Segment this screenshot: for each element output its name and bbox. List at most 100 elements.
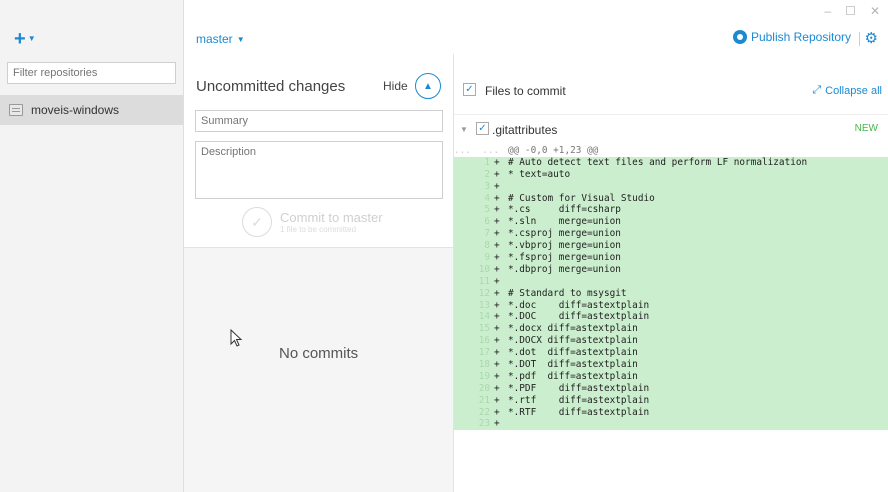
line-number: 5: [484, 204, 490, 216]
added-marker: +: [494, 418, 500, 430]
status-badge: NEW: [854, 123, 878, 134]
commit-text: Commit to master 1 file to be committed: [280, 210, 383, 234]
line-text: *.DOC diff=astextplain: [508, 311, 650, 323]
repository-icon: [9, 104, 23, 116]
description-input[interactable]: [195, 141, 443, 199]
diff-line: 7 + *.csproj merge=union: [454, 228, 888, 241]
minimize-icon[interactable]: –: [824, 4, 831, 18]
added-marker: +: [494, 180, 500, 192]
files-to-commit-header: ✓ Files to commit ⤢ Collapse all: [454, 78, 888, 100]
collapse-all-label: Collapse all: [825, 84, 882, 97]
commit-sublabel: 1 file to be committed: [280, 225, 357, 234]
diff-line: 18 + *.DOT diff=astextplain: [454, 359, 888, 371]
diff-panel: ✓ Files to commit ⤢ Collapse all ▼ ✓ .gi…: [454, 54, 888, 492]
diff-line: 1 + # Auto detect text files and perform L…: [454, 156, 888, 169]
line-number: 19: [478, 370, 490, 382]
added-marker: +: [494, 323, 500, 335]
file-checkbox[interactable]: ✓: [476, 122, 489, 135]
added-marker: +: [494, 382, 500, 394]
line-number: 21: [478, 394, 490, 406]
line-number: 22: [478, 406, 490, 418]
line-number: 17: [478, 347, 490, 359]
hunk-line-numbers: ... ...: [454, 145, 500, 156]
line-number: 15: [478, 323, 490, 335]
commit-label: Commit to master: [280, 210, 383, 225]
line-text: *.pdf diff=astextplain: [508, 370, 638, 382]
line-text: # Custom for Visual Studio: [508, 192, 655, 204]
file-name: .gitattributes: [492, 123, 558, 137]
hunk-text: @@ -0,0 +1,23 @@: [508, 145, 599, 156]
chevron-down-icon: ▼: [27, 34, 36, 43]
line-number: 18: [478, 359, 490, 371]
line-text: *.dot diff=astextplain: [508, 347, 638, 359]
diff-line: 13 + *.doc diff=astextplain: [454, 299, 888, 312]
diff-line: 12 + # Standard to msysgit: [454, 287, 888, 300]
line-text: *.PDF diff=astextplain: [508, 382, 650, 394]
line-number: 1: [484, 156, 490, 168]
chevron-down-icon[interactable]: ▼: [460, 125, 468, 134]
chevron-down-icon: ▼: [236, 34, 245, 44]
added-marker: +: [494, 406, 500, 418]
added-marker: +: [494, 299, 500, 311]
added-marker: +: [494, 216, 500, 228]
line-number: 13: [478, 299, 490, 311]
files-to-commit-title: Files to commit: [485, 84, 566, 98]
added-marker: +: [494, 287, 500, 299]
uncommitted-changes-title: Uncommitted changes: [196, 78, 346, 95]
hide-label[interactable]: Hide: [383, 79, 408, 93]
added-marker: +: [494, 168, 500, 180]
filter-repositories-input[interactable]: [7, 62, 176, 84]
sidebar-item-repository[interactable]: moveis-windows: [0, 95, 183, 125]
diff-line: 9 + *.fsproj merge=union: [454, 252, 888, 264]
sidebar: +▼ moveis-windows: [0, 0, 184, 492]
add-repository-button[interactable]: + ▼: [14, 29, 36, 49]
commit-button[interactable]: ✓ Commit to master 1 file to be committe…: [242, 207, 383, 237]
line-text: *.csproj merge=union: [508, 228, 621, 240]
added-marker: +: [494, 156, 500, 168]
line-text: * text=auto: [508, 168, 571, 180]
collapse-all-button[interactable]: ⤢ Collapse all: [812, 84, 882, 97]
added-marker: +: [494, 204, 500, 216]
repository-label: moveis-windows: [31, 103, 120, 117]
added-marker: +: [494, 252, 500, 264]
diff-line: 2 + * text=auto: [454, 168, 888, 181]
added-marker: +: [494, 347, 500, 359]
line-text: *.docx diff=astextplain: [508, 323, 638, 335]
line-number: 2: [484, 168, 490, 180]
maximize-icon[interactable]: ☐: [845, 4, 856, 18]
diff-line: 15 + *.docx diff=astextplain: [454, 323, 888, 336]
close-icon[interactable]: ✕: [870, 4, 880, 18]
line-number: 20: [478, 382, 490, 394]
line-number: 10: [478, 263, 490, 275]
added-marker: +: [494, 394, 500, 406]
added-marker: +: [494, 359, 500, 371]
summary-input[interactable]: [195, 110, 443, 132]
no-commits-text: No commits: [279, 345, 359, 362]
select-all-checkbox[interactable]: ✓: [463, 83, 476, 96]
line-number: 6: [484, 216, 490, 228]
added-marker: +: [494, 240, 500, 252]
diff-line: 22 + *.RTF diff=astextplain: [454, 406, 888, 419]
line-number: 7: [484, 228, 490, 240]
diff-line: 10 + *.dbproj merge=union: [454, 263, 888, 276]
hunk-header: ... ... @@ -0,0 +1,23 @@: [454, 145, 888, 157]
diff-line: 8 + *.vbproj merge=union: [454, 240, 888, 253]
hide-button[interactable]: ▲: [415, 73, 441, 99]
checkmark-icon: ✓: [242, 207, 272, 237]
added-marker: +: [494, 228, 500, 240]
mouse-cursor-icon: [230, 329, 243, 347]
diff-line: 6 + *.sln merge=union: [454, 216, 888, 229]
diff-line: 23 +: [454, 418, 888, 431]
line-text: *.sln merge=union: [508, 216, 621, 228]
added-marker: +: [494, 275, 500, 287]
file-header: ▼ ✓ .gitattributes NEW: [454, 114, 888, 138]
diff-line: 14 + *.DOC diff=astextplain: [454, 311, 888, 324]
publish-repository-button[interactable]: Publish Repository: [732, 30, 851, 44]
added-marker: +: [494, 192, 500, 204]
collapse-icon: ⤢: [812, 84, 822, 96]
divider: [859, 32, 860, 46]
chevron-up-icon: ▲: [423, 80, 433, 92]
branch-selector[interactable]: master ▼: [196, 32, 245, 46]
line-number: 8: [484, 240, 490, 252]
gear-icon[interactable]: ⚙: [865, 29, 878, 47]
